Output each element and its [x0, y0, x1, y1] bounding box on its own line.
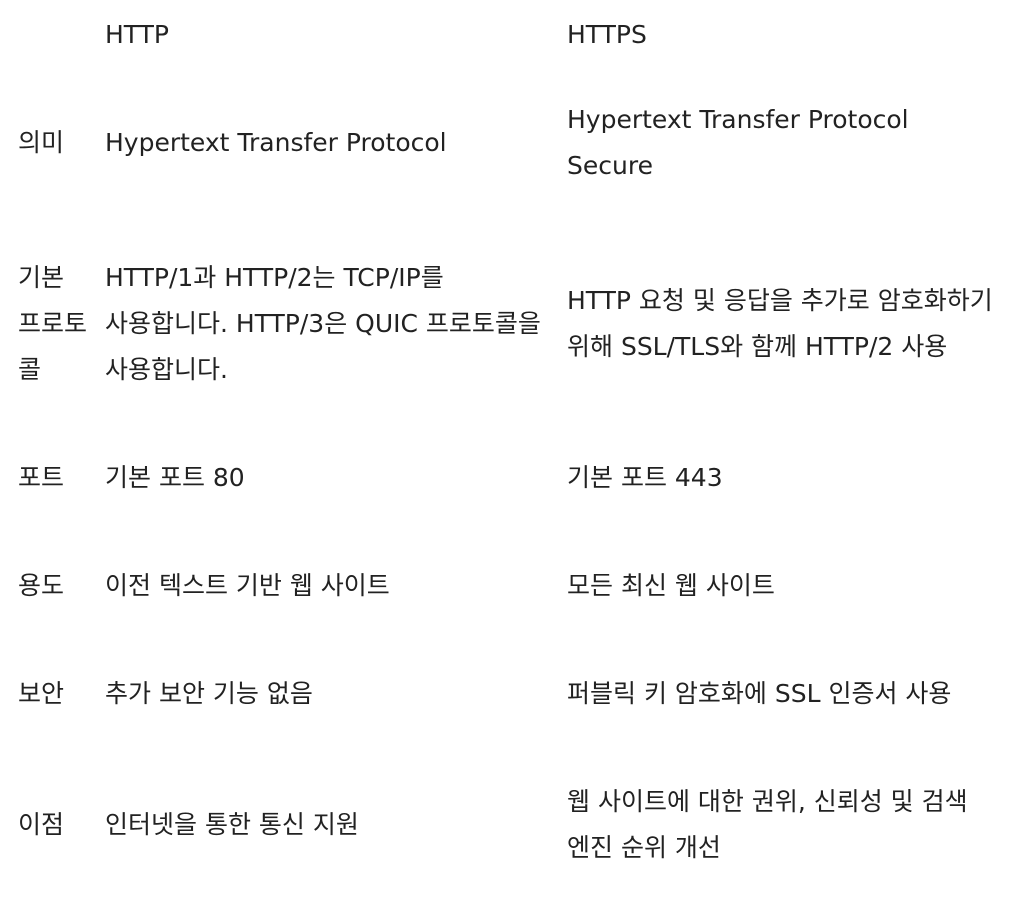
table-row: 기본 프로토콜 HTTP/1과 HTTP/2는 TCP/IP를 사용합니다. H… — [8, 216, 993, 432]
table-row: 이점 인터넷을 통한 통신 지원 웹 사이트에 대한 권위, 신뢰성 및 검색 … — [8, 740, 993, 910]
table-row: 보안 추가 보안 기능 없음 퍼블릭 키 암호화에 SSL 인증서 사용 — [8, 648, 993, 740]
table-row: 용도 이전 텍스트 기반 웹 사이트 모든 최신 웹 사이트 — [8, 524, 993, 648]
page: HTTP HTTPS 의미 Hypertext Transfer Protoco… — [0, 0, 1036, 862]
https-cell: 퍼블릭 키 암호화에 SSL 인증서 사용 — [567, 679, 952, 708]
http-cell: 추가 보안 기능 없음 — [105, 679, 313, 708]
row-label: 보안 — [18, 679, 65, 708]
https-cell: 기본 포트 443 — [567, 463, 723, 492]
header-https: HTTPS — [567, 20, 647, 49]
row-label: 포트 — [18, 463, 65, 492]
table-row: 포트 기본 포트 80 기본 포트 443 — [8, 432, 993, 524]
http-cell: Hypertext Transfer Protocol — [105, 128, 447, 157]
table-row: 의미 Hypertext Transfer Protocol Hypertext… — [8, 70, 993, 216]
http-cell: 이전 텍스트 기반 웹 사이트 — [105, 571, 390, 600]
row-label: 이점 — [18, 810, 65, 839]
http-https-comparison-table: HTTP HTTPS 의미 Hypertext Transfer Protoco… — [8, 0, 993, 910]
row-label: 용도 — [18, 571, 65, 600]
row-label: 기본 프로토콜 — [18, 263, 88, 384]
header-empty-cell — [8, 0, 95, 70]
https-cell: 모든 최신 웹 사이트 — [567, 571, 775, 600]
table-header-row: HTTP HTTPS — [8, 0, 993, 70]
header-http: HTTP — [105, 20, 169, 49]
http-cell: 인터넷을 통한 통신 지원 — [105, 810, 359, 839]
http-cell: 기본 포트 80 — [105, 463, 245, 492]
https-cell: Hypertext Transfer Protocol Secure — [567, 105, 909, 180]
https-cell: 웹 사이트에 대한 권위, 신뢰성 및 검색 엔진 순위 개선 — [567, 787, 968, 862]
http-cell: HTTP/1과 HTTP/2는 TCP/IP를 사용합니다. HTTP/3은 Q… — [105, 263, 541, 384]
https-cell: HTTP 요청 및 응답을 추가로 암호화하기 위해 SSL/TLS와 함께 H… — [567, 286, 993, 361]
row-label: 의미 — [18, 128, 65, 157]
